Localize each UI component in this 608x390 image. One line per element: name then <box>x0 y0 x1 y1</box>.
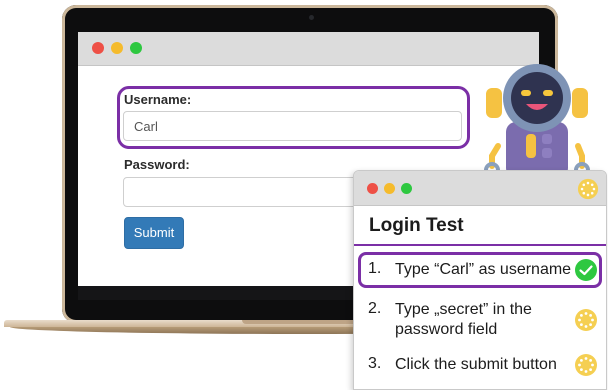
test-title: Login Test <box>369 215 464 236</box>
webcam <box>309 15 314 20</box>
step-number: 2. <box>368 300 382 317</box>
loading-spinner-icon <box>575 309 597 331</box>
step-text: Type „secret” in the password field <box>395 301 532 338</box>
title-divider <box>354 244 606 246</box>
minimize-panel-button[interactable] <box>384 183 395 194</box>
step-number: 1. <box>368 260 382 277</box>
maximize-panel-button[interactable] <box>401 183 412 194</box>
submit-button[interactable]: Submit <box>124 217 184 249</box>
loading-spinner-icon <box>577 178 599 200</box>
step-text: Type “Carl” as username <box>395 261 572 278</box>
minimize-window-button[interactable] <box>111 42 123 54</box>
check-circle-icon <box>575 259 597 281</box>
step-text: Click the submit button <box>395 356 557 373</box>
password-label: Password: <box>124 157 190 172</box>
base-notch <box>242 320 366 324</box>
step-number: 3. <box>368 355 382 372</box>
close-window-button[interactable] <box>92 42 104 54</box>
loading-spinner-icon <box>575 354 597 376</box>
test-runner-panel: Login Test 1. Type “Carl” as username 2.… <box>353 170 607 390</box>
robot-mascot-icon <box>478 62 602 178</box>
browser-titlebar <box>78 32 539 66</box>
username-highlight <box>117 86 470 149</box>
maximize-window-button[interactable] <box>130 42 142 54</box>
panel-titlebar <box>354 171 606 206</box>
close-panel-button[interactable] <box>367 183 378 194</box>
